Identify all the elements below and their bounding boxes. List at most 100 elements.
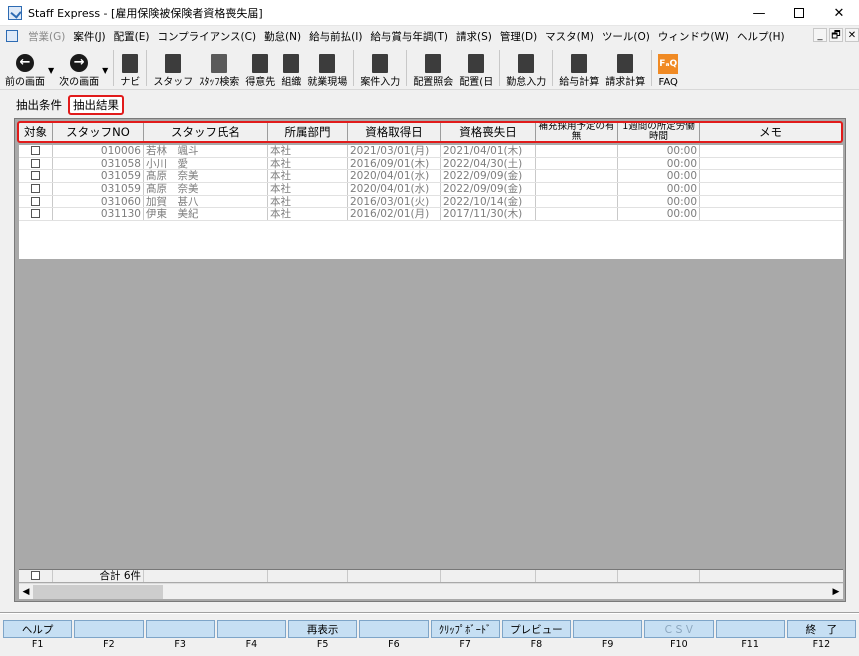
staff-name-cell: 若林 颯斗 [144, 145, 268, 157]
arrow-left-icon: ← [16, 54, 34, 72]
table-row[interactable]: 031058 小川 愛 本社 2016/09/01(木) 2022/04/30(… [19, 157, 843, 171]
f9-button[interactable] [573, 620, 643, 638]
mdi-minimize-button[interactable]: _ [813, 28, 827, 42]
menu-compliance[interactable]: コンプライアンス(C) [153, 29, 260, 44]
navi-button[interactable]: ナビ [117, 47, 143, 89]
lost-date-cell: 2022/09/09(金) [441, 183, 536, 195]
scroll-left-icon[interactable]: ◀ [19, 586, 33, 598]
f2-button[interactable] [74, 620, 144, 638]
staff-button[interactable]: スタッフ [150, 47, 196, 89]
f11-button[interactable] [715, 620, 785, 638]
table-row[interactable]: 031059 髙原 奈美 本社 2020/04/01(水) 2022/09/09… [19, 170, 843, 184]
menu-seikyu[interactable]: 請求(S) [452, 29, 496, 44]
close-button[interactable]: ✕ [819, 0, 859, 26]
staff-icon [165, 54, 182, 73]
memo-cell[interactable] [700, 170, 843, 182]
arrow-right-icon: → [70, 54, 89, 72]
acquired-date-cell: 2020/04/01(水) [348, 170, 441, 183]
header-weekly-hours[interactable]: 1週間の所定労働時間 [618, 123, 700, 141]
menu-window[interactable]: ウィンドウ(W) [654, 29, 733, 44]
f6-button[interactable] [359, 620, 429, 638]
header-replacement-plan[interactable]: 補充採用予定の有無 [536, 123, 618, 141]
grid-footer: 合計 6件 [19, 569, 843, 582]
menu-master[interactable]: マスタ(M) [541, 29, 598, 44]
header-staff-name[interactable]: スタッフ氏名 [144, 123, 268, 141]
header-target[interactable]: 対象 [19, 123, 53, 141]
billing-calc-button[interactable]: 請求計算 [602, 47, 648, 89]
f3-button[interactable] [145, 620, 215, 638]
f4-button[interactable] [216, 620, 286, 638]
attendance-input-button[interactable]: 勤怠入力 [503, 47, 549, 89]
horizontal-scrollbar[interactable]: ◀ ▶ [19, 583, 843, 599]
menu-kyuyo-maebarai[interactable]: 給与前払(I) [305, 29, 366, 44]
row-checkbox[interactable] [31, 171, 40, 181]
faq-button[interactable]: FₐQ FAQ [655, 47, 681, 89]
acquired-date-cell: 2021/03/01(月) [348, 145, 441, 157]
fkey-label: F11 [741, 639, 759, 650]
f5-refresh-button[interactable]: 再表示 [288, 620, 358, 638]
header-department[interactable]: 所属部門 [268, 123, 348, 141]
table-row[interactable]: 031130 伊東 美紀 本社 2016/02/01(月) 2017/11/30… [19, 208, 843, 222]
table-row[interactable]: 031059 髙原 奈美 本社 2020/04/01(水) 2022/09/09… [19, 183, 843, 196]
row-checkbox[interactable] [31, 158, 40, 168]
client-button[interactable]: 得意先 [242, 47, 278, 89]
menu-haichi[interactable]: 配置(E) [110, 29, 154, 44]
row-checkbox[interactable] [31, 209, 40, 219]
divider [0, 612, 859, 614]
prev-dropdown-icon[interactable]: ▼ [48, 66, 54, 75]
mdi-close-button[interactable]: ✕ [845, 28, 859, 42]
header-memo[interactable]: メモ [700, 123, 841, 141]
table-row[interactable]: 010006 若林 颯斗 本社 2021/03/01(月) 2021/04/01… [19, 145, 843, 158]
header-acquired-date[interactable]: 資格取得日 [348, 123, 441, 141]
close-icon: ✕ [833, 5, 845, 21]
header-lost-date[interactable]: 資格喪失日 [441, 123, 536, 141]
f8-preview-button[interactable]: プレビュー [501, 620, 571, 638]
memo-cell[interactable] [700, 158, 843, 170]
document-icon[interactable] [6, 30, 18, 42]
f10-csv-button[interactable]: ＣＳＶ [644, 620, 714, 638]
next-dropdown-icon[interactable]: ▼ [102, 66, 108, 75]
organization-button[interactable]: 組織 [278, 47, 304, 89]
maximize-button[interactable] [779, 0, 819, 26]
row-checkbox[interactable] [31, 196, 40, 206]
case-input-button[interactable]: 案件入力 [357, 47, 403, 89]
memo-cell[interactable] [700, 183, 843, 195]
grid-body: 010006 若林 颯斗 本社 2021/03/01(月) 2021/04/01… [19, 145, 843, 222]
fkey-label: F8 [530, 639, 543, 650]
tab-strip: 抽出条件 抽出結果 [12, 95, 126, 115]
tab-extraction-results[interactable]: 抽出結果 [68, 95, 124, 115]
memo-cell[interactable] [700, 196, 843, 208]
menu-anken[interactable]: 案件(J) [69, 29, 109, 44]
minimize-button[interactable]: — [739, 0, 779, 26]
select-all-checkbox[interactable] [31, 571, 40, 580]
menu-tool[interactable]: ツール(O) [598, 29, 654, 44]
scroll-right-icon[interactable]: ▶ [829, 586, 843, 598]
worksite-button[interactable]: 就業現場 [304, 47, 350, 89]
f1-help-button[interactable]: ヘルプ [3, 620, 73, 638]
next-screen-button[interactable]: → 次の画面 [56, 47, 102, 89]
menu-help[interactable]: ヘルプ(H) [733, 29, 789, 44]
f7-clipboard-button[interactable]: ｸﾘｯﾌﾟﾎﾞｰﾄﾞ [430, 620, 500, 638]
mdi-restore-button[interactable]: 🗗 [829, 28, 843, 42]
salary-calc-button[interactable]: 給与計算 [556, 47, 602, 89]
memo-cell[interactable] [700, 145, 843, 157]
staff-search-button[interactable]: ｽﾀｯﾌ検索 [196, 47, 242, 89]
tab-extraction-conditions[interactable]: 抽出条件 [12, 97, 66, 113]
memo-cell[interactable] [700, 208, 843, 220]
scroll-thumb[interactable] [33, 585, 163, 599]
header-staff-no[interactable]: スタッフNO [53, 123, 144, 141]
prev-screen-button[interactable]: ← 前の画面 [2, 47, 48, 89]
menu-kintai[interactable]: 勤怠(N) [260, 29, 305, 44]
placement-day-button[interactable]: 配置(日 [456, 47, 496, 89]
table-row[interactable]: 031060 加賀 甚八 本社 2016/03/01(火) 2022/10/14… [19, 195, 843, 209]
placement-query-button[interactable]: 配置照会 [410, 47, 456, 89]
menu-eigyo[interactable]: 営業(G) [24, 29, 69, 44]
fkey-label: F10 [670, 639, 688, 650]
menu-kanri[interactable]: 管理(D) [496, 29, 541, 44]
f12-exit-button[interactable]: 終 了 [786, 620, 856, 638]
menu-kyuyo-shoyo[interactable]: 給与賞与年調(T) [366, 29, 452, 44]
staff-no-cell: 010006 [53, 145, 144, 157]
row-checkbox[interactable] [31, 146, 40, 155]
row-checkbox[interactable] [31, 184, 40, 194]
fkey-label: F1 [31, 639, 44, 650]
